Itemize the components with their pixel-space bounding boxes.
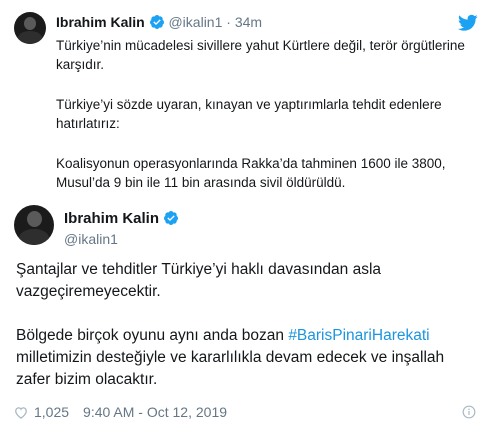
info-icon[interactable] — [462, 405, 476, 419]
quoted-tweet-text: Türkiye’nin mücadelesi sivillere yahut K… — [56, 36, 466, 192]
author-avatar[interactable] — [14, 205, 54, 245]
author-handle[interactable]: @ikalin1 — [64, 231, 118, 247]
quoted-line: Türkiye’nin mücadelesi sivillere yahut K… — [56, 38, 465, 72]
author-name-row[interactable]: Ibrahim Kalin — [64, 210, 179, 227]
quoted-line: Koalisyonun operasyonlarında Rakka’da ta… — [56, 156, 446, 190]
tweet-text: Şantajlar ve tehditler Türkiye’yi haklı … — [16, 259, 476, 391]
quoted-header: Ibrahim Kalin @ikalin1 · 34m — [56, 14, 262, 30]
like-count[interactable]: 1,025 — [34, 404, 69, 420]
quoted-author-name[interactable]: Ibrahim Kalin — [56, 14, 145, 30]
tweet-timestamp[interactable]: 9:40 AM - Oct 12, 2019 — [83, 404, 227, 420]
hashtag-link[interactable]: #BarisPinariHarekati — [288, 327, 429, 344]
quoted-author-handle[interactable]: @ikalin1 — [168, 14, 222, 30]
quoted-timestamp[interactable]: 34m — [235, 14, 262, 30]
heart-icon[interactable] — [14, 406, 28, 419]
separator-dot: · — [226, 14, 231, 30]
tweet-text-segment: Bölgede birçok oyunu aynı anda bozan — [16, 327, 289, 344]
quoted-line: Türkiye’yi sözde uyaran, kınayan ve yapt… — [56, 97, 442, 131]
author-name[interactable]: Ibrahim Kalin — [64, 210, 159, 227]
tweet-paragraph-1: Şantajlar ve tehditler Türkiye’yi haklı … — [16, 261, 382, 300]
tweet-footer: 1,025 9:40 AM - Oct 12, 2019 — [14, 404, 476, 420]
quoted-avatar[interactable] — [14, 12, 46, 44]
verified-badge-icon — [149, 15, 164, 29]
tweet-text-segment: milletimizin desteğiyle ve kararlılıkla … — [16, 349, 445, 388]
twitter-bird-icon[interactable] — [458, 14, 478, 32]
tweet-paragraph-2: Bölgede birçok oyunu aynı anda bozan #Ba… — [16, 325, 476, 391]
verified-badge-icon — [164, 211, 179, 225]
